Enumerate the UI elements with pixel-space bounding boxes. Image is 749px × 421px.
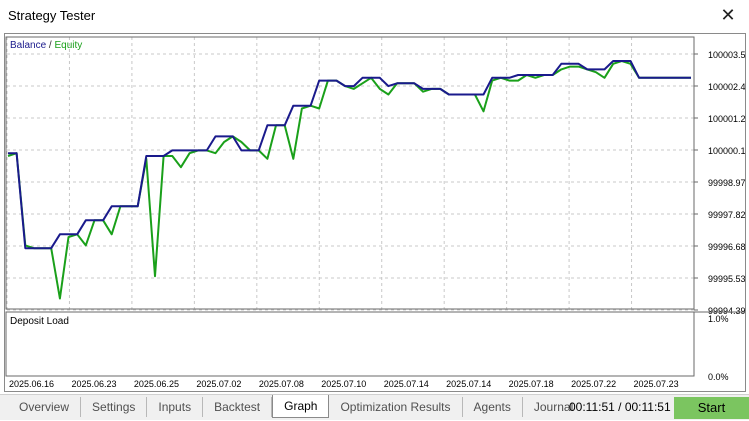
legend-equity: Equity xyxy=(54,40,82,51)
x-tick-label: 2025.07.14 xyxy=(384,379,429,389)
tab-inputs[interactable]: Inputs xyxy=(147,397,204,417)
x-tick-label: 2025.06.16 xyxy=(9,379,54,389)
status-bar: Overview Settings Inputs Backtest Graph … xyxy=(0,394,749,420)
legend-balance: Balance xyxy=(10,40,47,51)
window-title: Strategy Tester xyxy=(8,8,96,23)
y-tick-label: 99998.97 xyxy=(708,178,745,188)
x-tick-label: 2025.07.23 xyxy=(634,379,679,389)
x-tick-label: 2025.07.02 xyxy=(196,379,241,389)
close-icon[interactable]: ✕ xyxy=(717,4,739,26)
y-tick-label: 100002.41 xyxy=(708,82,745,92)
y-tick-label: 100003.55 xyxy=(708,50,745,60)
start-button[interactable]: Start xyxy=(674,397,749,419)
deposit-load-panel xyxy=(5,311,695,377)
x-tick-label: 2025.07.08 xyxy=(259,379,304,389)
tab-optimization-results[interactable]: Optimization Results xyxy=(329,397,463,417)
y-tick-label: 100001.26 xyxy=(708,114,745,124)
tab-agents[interactable]: Agents xyxy=(463,397,523,417)
y-tick-label: 99995.53 xyxy=(708,274,745,284)
title-bar: Strategy Tester ✕ xyxy=(0,0,749,32)
graph-area: 100003.55 100002.41 100001.26 100000.12 9999… xyxy=(4,33,746,392)
chart-legend: Balance / Equity xyxy=(10,40,82,51)
x-tick-label: 2025.07.14 xyxy=(446,379,491,389)
y-tick-label: 100000.12 xyxy=(708,146,745,156)
tab-bar: Overview Settings Inputs Backtest Graph … xyxy=(8,395,584,421)
x-tick-label: 2025.07.22 xyxy=(571,379,616,389)
tab-settings[interactable]: Settings xyxy=(81,397,148,417)
tab-backtest[interactable]: Backtest xyxy=(203,397,273,417)
deposit-load-label: Deposit Load xyxy=(10,316,69,327)
x-tick-label: 2025.06.23 xyxy=(71,379,116,389)
deposit-tick-top: 1.0% xyxy=(708,314,729,324)
y-tick-label: 99996.68 xyxy=(708,242,745,252)
tab-graph[interactable]: Graph xyxy=(272,395,330,418)
tab-overview[interactable]: Overview xyxy=(8,397,82,417)
legend-separator: / xyxy=(46,40,54,51)
graph-svg: 100003.55 100002.41 100001.26 100000.12 9999… xyxy=(5,34,745,391)
elapsed-timer: 00:11:51 / 00:11:51 xyxy=(569,400,671,414)
deposit-tick-bottom: 0.0% xyxy=(708,372,729,382)
y-tick-label: 99997.82 xyxy=(708,210,745,220)
x-tick-label: 2025.07.18 xyxy=(509,379,554,389)
x-tick-label: 2025.07.10 xyxy=(321,379,366,389)
x-tick-label: 2025.06.25 xyxy=(134,379,179,389)
